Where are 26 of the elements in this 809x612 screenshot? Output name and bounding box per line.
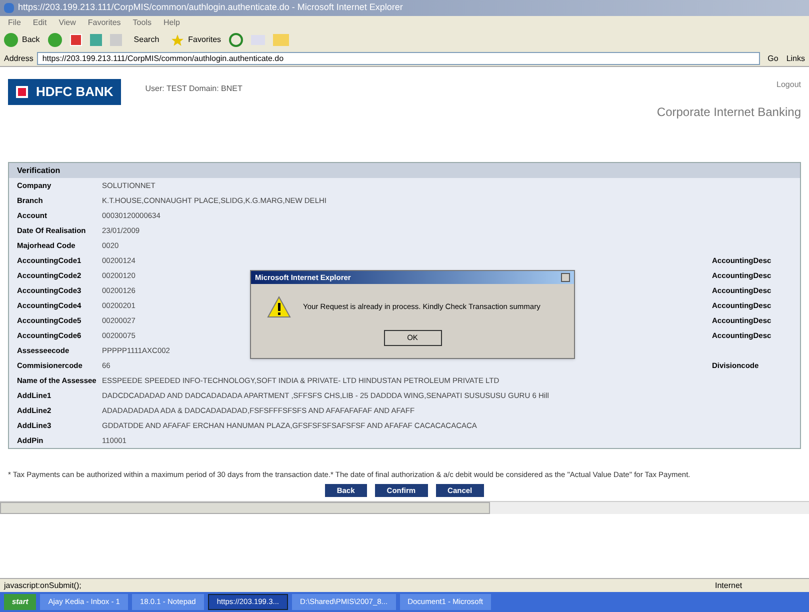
address-field[interactable]: https://203.199.213.111/CorpMIS/common/authlogin.authenticate.do (37, 52, 760, 65)
user-info: User: TEST Domain: BNET (145, 83, 242, 95)
window-title: https://203.199.213.111/CorpMIS/common/authlogin.authenticate.do - Microsoft Internet Explorer (18, 1, 403, 14)
bank-logo: HDFC BANK (8, 79, 122, 104)
menu-item[interactable]: View (58, 16, 76, 28)
star-icon (171, 34, 184, 46)
go-button[interactable]: Go (764, 52, 782, 64)
warning-icon (267, 296, 291, 318)
close-icon[interactable] (561, 273, 570, 282)
menu-item[interactable]: Help (163, 16, 180, 28)
address-label: Address (4, 52, 34, 64)
section-header: Verification (9, 163, 800, 178)
favorites-button[interactable]: Favorites (171, 34, 222, 46)
status-text: javascript:onSubmit(); (4, 580, 82, 592)
horizontal-scrollbar[interactable] (0, 501, 809, 514)
history-icon[interactable] (229, 33, 244, 47)
back-button[interactable]: Back (4, 33, 40, 47)
links-label[interactable]: Links (786, 52, 805, 64)
logout-link[interactable]: Logout (776, 79, 801, 91)
menu-item[interactable]: Tools (132, 16, 152, 28)
product-name: Corporate Internet Banking (656, 104, 801, 121)
menu-item[interactable]: File (8, 16, 21, 28)
menu-item[interactable]: Favorites (88, 16, 121, 28)
zone-label: Internet (715, 580, 744, 592)
search-button[interactable]: Search (130, 34, 164, 46)
menu-item[interactable]: Edit (32, 16, 47, 28)
